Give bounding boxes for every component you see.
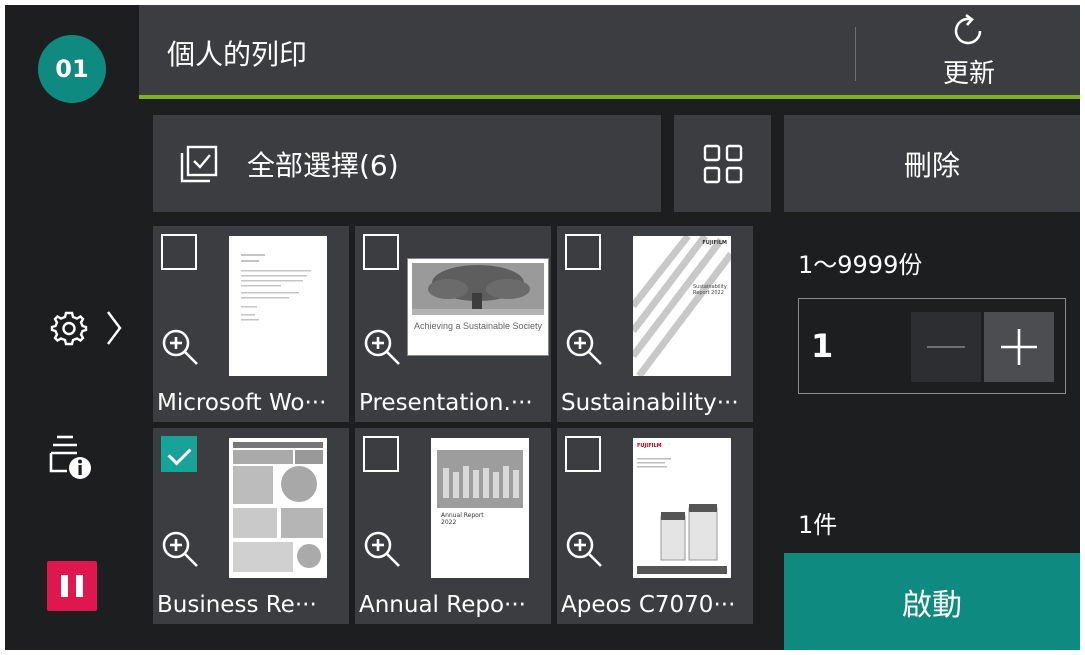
document-name: Microsoft Wo··· bbox=[157, 390, 327, 416]
decrement-button[interactable] bbox=[911, 312, 981, 382]
refresh-button[interactable]: 更新 bbox=[919, 7, 1019, 95]
document-thumbnail: Annual Report 2022 bbox=[431, 438, 529, 578]
printer-brochure-preview bbox=[637, 458, 727, 574]
page-title: 個人的列印 bbox=[167, 38, 308, 71]
copies-stepper: 1 bbox=[798, 298, 1066, 394]
document-tile[interactable]: Annual Report 2022 Annual Repo··· bbox=[355, 428, 551, 624]
print-screen: 01 個人的列印 更新 全部選擇(6) 刪除 Microsoft Wo··· A… bbox=[5, 5, 1080, 650]
selected-count: 1件 bbox=[798, 511, 838, 539]
pause-icon bbox=[76, 575, 83, 597]
zoom-icon[interactable] bbox=[361, 326, 405, 370]
report-cover-preview bbox=[630, 233, 734, 379]
document-checkbox[interactable] bbox=[161, 234, 197, 270]
select-all-icon bbox=[180, 145, 218, 182]
cover-title: Annual Report 2022 bbox=[441, 512, 484, 526]
document-tile[interactable]: Business Re··· bbox=[153, 428, 349, 624]
zoom-icon[interactable] bbox=[563, 326, 607, 370]
document-checkbox[interactable] bbox=[565, 436, 601, 472]
document-tile[interactable]: Microsoft Wo··· bbox=[153, 226, 349, 422]
copies-input[interactable]: 1 bbox=[811, 327, 833, 365]
job-info-icon bbox=[49, 435, 91, 479]
document-thumbnail bbox=[229, 438, 327, 578]
document-tile[interactable]: FUJIFILM Sustainability Report 2022 Sust… bbox=[557, 226, 753, 422]
newsletter-preview bbox=[233, 442, 323, 572]
text-page-preview bbox=[241, 254, 311, 321]
pause-button[interactable] bbox=[47, 561, 97, 611]
start-button[interactable]: 啟動 bbox=[784, 553, 1080, 650]
chevron-right-icon bbox=[107, 311, 122, 345]
document-thumbnail bbox=[229, 236, 327, 376]
document-checkbox[interactable] bbox=[565, 234, 601, 270]
settings-button[interactable] bbox=[49, 303, 133, 353]
brand-logo: FUJIFILM bbox=[702, 240, 727, 246]
header-bar: 個人的列印 更新 bbox=[139, 5, 1080, 99]
refresh-label: 更新 bbox=[942, 59, 995, 89]
document-checkbox[interactable] bbox=[363, 234, 399, 270]
select-all-label: 全部選擇(6) bbox=[247, 148, 399, 182]
pause-icon bbox=[61, 575, 68, 597]
gear-icon bbox=[50, 311, 88, 346]
annual-report-preview bbox=[437, 450, 523, 508]
plus-icon bbox=[1001, 329, 1037, 365]
left-rail: 01 bbox=[5, 5, 139, 650]
zoom-icon[interactable] bbox=[563, 528, 607, 572]
tree-slide-preview bbox=[412, 263, 544, 315]
copies-range-label: 1～9999份 bbox=[798, 251, 923, 279]
document-name: Presentation.··· bbox=[359, 390, 533, 416]
header-divider bbox=[855, 27, 856, 81]
document-thumbnail: FUJIFILM bbox=[633, 438, 731, 578]
slide-caption: Achieving a Sustainable Society bbox=[413, 321, 543, 331]
document-checkbox[interactable] bbox=[161, 436, 197, 472]
document-checkbox[interactable] bbox=[363, 436, 399, 472]
document-tile[interactable]: FUJIFILM Apeos C7070··· bbox=[557, 428, 753, 624]
document-name: Sustainability··· bbox=[561, 390, 739, 416]
view-toggle-button[interactable] bbox=[674, 115, 771, 212]
zoom-icon[interactable] bbox=[361, 528, 405, 572]
brand-logo: FUJIFILM bbox=[637, 443, 662, 449]
cover-title: Sustainability Report 2022 bbox=[693, 284, 727, 296]
zoom-icon[interactable] bbox=[159, 326, 203, 370]
grid-view-icon bbox=[703, 144, 742, 183]
document-name: Annual Repo··· bbox=[359, 592, 526, 618]
minus-icon bbox=[927, 346, 965, 348]
document-name: Business Re··· bbox=[157, 592, 317, 618]
increment-button[interactable] bbox=[984, 312, 1054, 382]
document-tile[interactable]: Achieving a Sustainable Society Presenta… bbox=[355, 226, 551, 422]
delete-button[interactable]: 刪除 bbox=[784, 115, 1080, 212]
refresh-icon bbox=[954, 13, 982, 45]
select-all-button[interactable]: 全部選擇(6) bbox=[153, 115, 661, 212]
job-status-button[interactable] bbox=[47, 431, 97, 481]
document-thumbnail: FUJIFILM Sustainability Report 2022 bbox=[630, 233, 734, 379]
document-thumbnail: Achieving a Sustainable Society bbox=[407, 258, 549, 356]
document-name: Apeos C7070··· bbox=[561, 592, 736, 618]
job-number-badge[interactable]: 01 bbox=[38, 35, 106, 103]
zoom-icon[interactable] bbox=[159, 528, 203, 572]
